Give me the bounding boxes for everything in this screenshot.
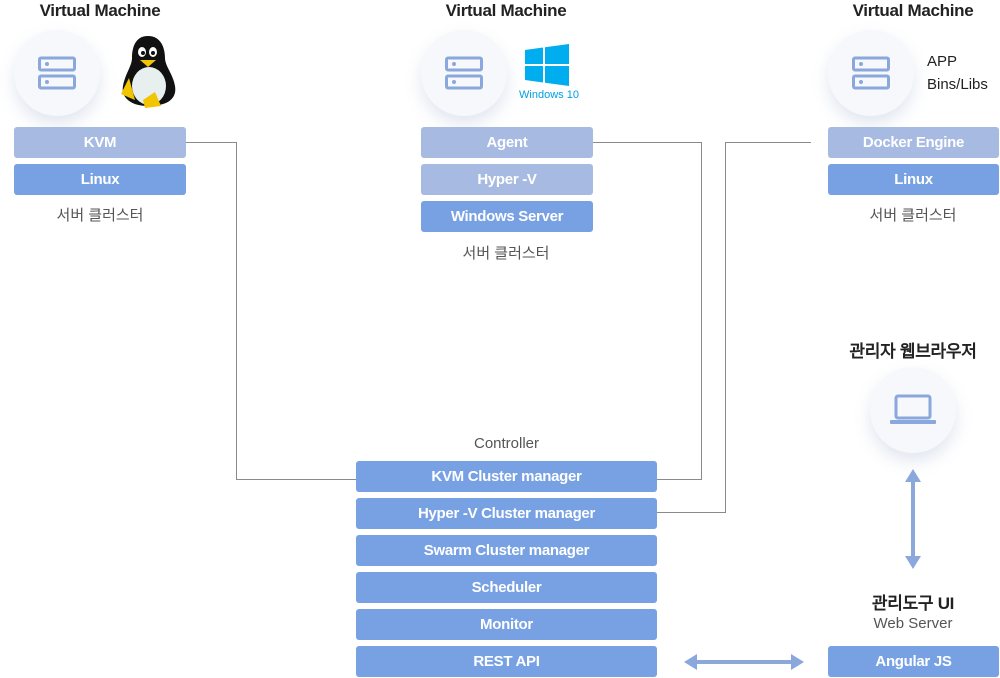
vm-right-layer-linux: Linux [828, 164, 999, 195]
controller-module-swarm-cluster-manager: Swarm Cluster manager [356, 535, 657, 566]
controller-module-kvm-cluster-manager: KVM Cluster manager [356, 461, 657, 492]
connector-agent-h1 [593, 142, 702, 143]
vm-left-layer-kvm: KVM [14, 127, 186, 158]
connector-agent-h2 [657, 479, 702, 480]
controller-module-monitor: Monitor [356, 609, 657, 640]
vm-center-title: Virtual Machine [445, 1, 567, 20]
admin-browser-title: 관리자 웹브라우저 [849, 342, 977, 361]
connector-kvm-h2 [236, 479, 356, 480]
vm-left-layer-linux: Linux [14, 164, 186, 195]
vm-right-layer-docker-engine: Docker Engine [828, 127, 999, 158]
mgmt-ui-title: 관리도구 UI [871, 594, 955, 613]
vm-center-layer-windows-server: Windows Server [421, 201, 593, 232]
vm-right-app-label: APP [927, 53, 958, 70]
server-icon [38, 56, 76, 90]
vm-left-server-circle [14, 30, 100, 116]
server-icon [852, 56, 890, 90]
vm-left-title: Virtual Machine [39, 1, 161, 20]
rest-api-double-arrow-icon [684, 654, 804, 670]
connector-docker-v [725, 142, 726, 513]
vm-center-layer-agent: Agent [421, 127, 593, 158]
controller-module-hyperv-cluster-manager: Hyper -V Cluster manager [356, 498, 657, 529]
connector-docker-h1 [725, 142, 811, 143]
controller-title: Controller [473, 435, 540, 452]
vm-right-bins-libs-label: Bins/Libs [927, 76, 988, 93]
mgmt-ui-subtitle: Web Server [873, 615, 953, 632]
connector-kvm-h1 [186, 142, 237, 143]
vm-left-caption: 서버 클러스터 [56, 207, 144, 224]
windows-logo-icon [525, 44, 569, 86]
server-icon [445, 56, 483, 90]
vm-right-title: Virtual Machine [852, 1, 974, 20]
connector-kvm-v [236, 142, 237, 480]
vm-right-caption: 서버 클러스터 [869, 207, 957, 224]
controller-module-rest-api: REST API [356, 646, 657, 677]
vm-right-server-circle [828, 30, 914, 116]
windows-10-label: Windows 10 [519, 89, 579, 101]
controller-module-scheduler: Scheduler [356, 572, 657, 603]
connector-docker-h2 [657, 512, 726, 513]
mgmt-ui-layer-angular: Angular JS [828, 646, 999, 677]
linux-penguin-icon [121, 36, 176, 108]
vm-center-caption: 서버 클러스터 [462, 245, 550, 262]
connector-agent-v [701, 142, 702, 480]
admin-browser-circle [870, 367, 956, 453]
browser-ui-double-arrow-icon [905, 469, 921, 569]
vm-center-server-circle [421, 30, 507, 116]
laptop-icon [890, 394, 936, 424]
vm-center-layer-hyperv: Hyper -V [421, 164, 593, 195]
